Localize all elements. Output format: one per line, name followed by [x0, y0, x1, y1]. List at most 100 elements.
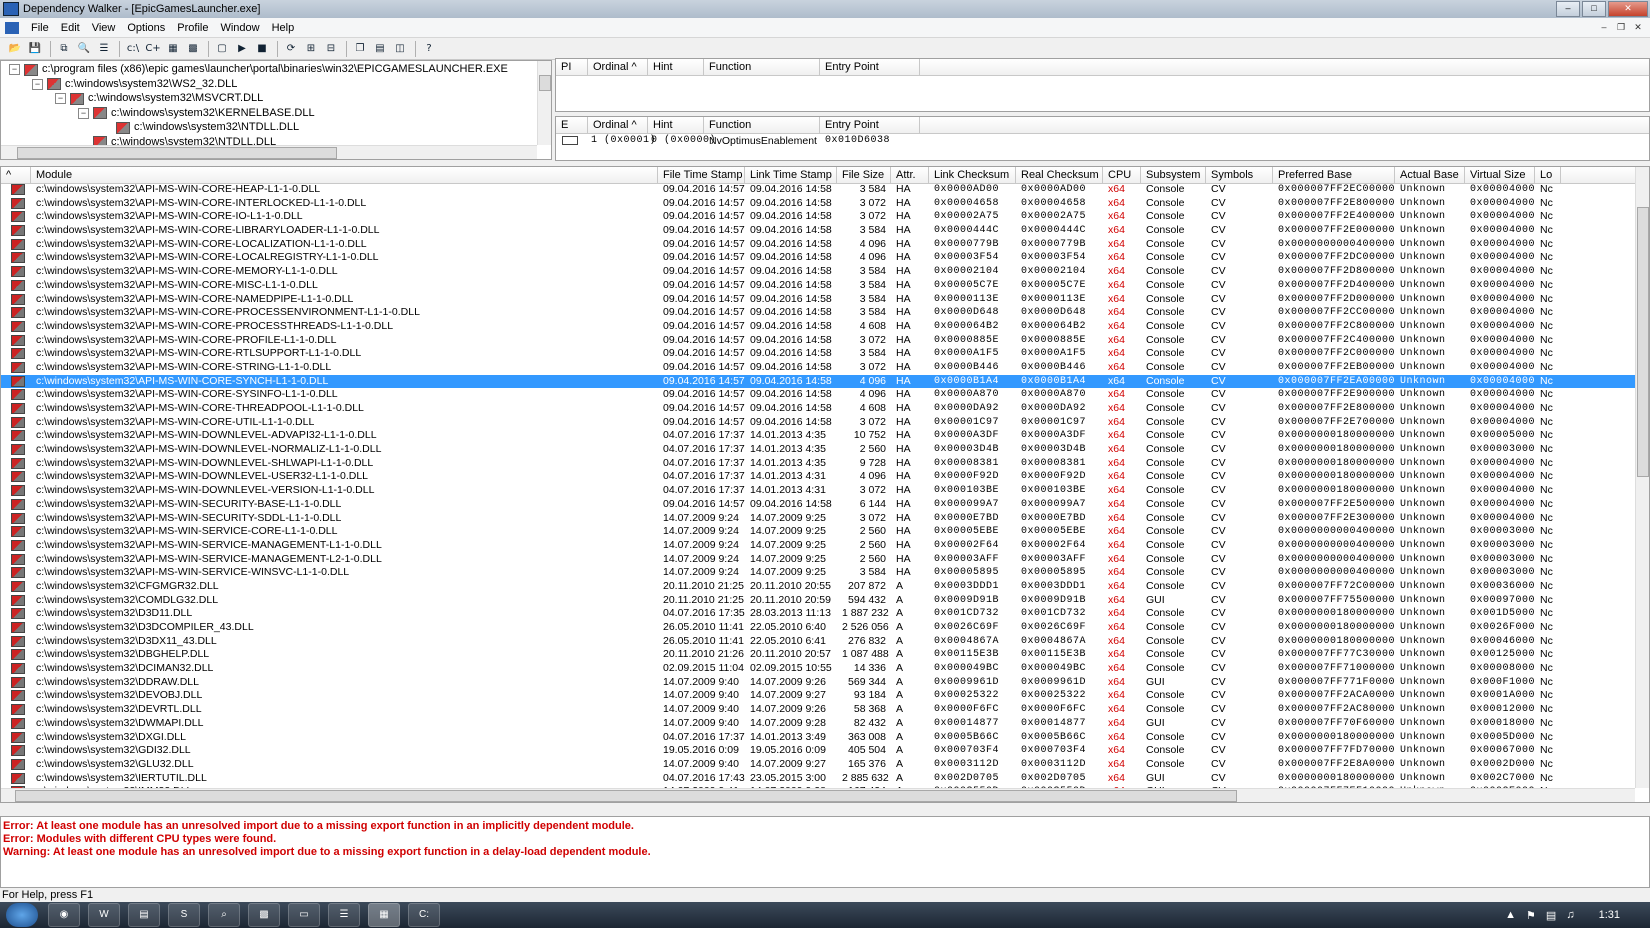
tray-arrow-icon[interactable]: ▲: [1505, 909, 1516, 921]
table-row[interactable]: c:\windows\system32\CFGMGR32.DLL 20.11.20…: [1, 580, 1635, 594]
view-icon[interactable]: ▢: [213, 41, 231, 57]
open-icon[interactable]: 📂: [6, 41, 24, 57]
help-icon[interactable]: ?: [420, 41, 438, 57]
tree-vertical-scrollbar[interactable]: [537, 61, 551, 145]
table-row[interactable]: c:\windows\system32\API-MS-WIN-CORE-SYNC…: [1, 374, 1635, 389]
col-link-checksum[interactable]: Link Checksum: [929, 167, 1016, 183]
tray-flag-icon[interactable]: ⚑: [1526, 909, 1536, 922]
explorer-icon[interactable]: ▤: [128, 903, 160, 927]
module-vertical-scrollbar[interactable]: [1635, 167, 1649, 788]
maximize-button[interactable]: □: [1582, 1, 1606, 17]
exports-col-e[interactable]: E: [556, 117, 588, 133]
table-row[interactable]: c:\windows\system32\API-MS-WIN-DOWNLEVEL…: [1, 429, 1635, 443]
mdi-restore-button[interactable]: ❐: [1613, 20, 1629, 34]
imports-panel[interactable]: PI Ordinal ^ Hint Function Entry Point: [555, 58, 1650, 112]
imports-col-ordinal[interactable]: Ordinal ^: [588, 59, 648, 75]
depends-icon[interactable]: ▦: [368, 903, 400, 927]
document-icon[interactable]: [5, 21, 19, 34]
word-icon[interactable]: W: [88, 903, 120, 927]
properties-icon[interactable]: ▩: [184, 41, 202, 57]
col-subsystem[interactable]: Subsystem: [1141, 167, 1206, 183]
col-virtual-size[interactable]: Virtual Size: [1465, 167, 1535, 183]
save-icon[interactable]: 💾: [26, 41, 44, 57]
col-cpu[interactable]: CPU: [1103, 167, 1141, 183]
table-row[interactable]: c:\windows\system32\API-MS-WIN-DOWNLEVEL…: [1, 457, 1635, 471]
menu-help[interactable]: Help: [266, 22, 301, 34]
col-attr[interactable]: Attr.: [891, 167, 929, 183]
table-row[interactable]: c:\windows\system32\DWMAPI.DLL 14.07.2009…: [1, 717, 1635, 731]
undecorate-icon[interactable]: C+: [144, 41, 162, 57]
col-preferred-base[interactable]: Preferred Base: [1273, 167, 1395, 183]
exports-panel[interactable]: E Ordinal ^ Hint Function Entry Point 1 …: [555, 116, 1650, 161]
table-row[interactable]: c:\windows\system32\API-MS-WIN-CORE-THRE…: [1, 402, 1635, 416]
tree-icon[interactable]: ☰: [95, 41, 113, 57]
tree-expander-icon[interactable]: −: [32, 78, 43, 90]
tree-node[interactable]: c:\windows\system32\NTDLL.DLL: [101, 120, 299, 135]
collapse-icon[interactable]: ⊟: [322, 41, 340, 57]
expand-icon[interactable]: ⊞: [302, 41, 320, 57]
exports-col-hint[interactable]: Hint: [648, 117, 704, 133]
close-button[interactable]: ✕: [1608, 1, 1648, 17]
table-row[interactable]: c:\windows\system32\D3DX11_43.DLL 26.05.2…: [1, 635, 1635, 649]
menu-view[interactable]: View: [86, 22, 122, 34]
console-icon[interactable]: C:: [408, 903, 440, 927]
tile-icon[interactable]: ▤: [371, 41, 389, 57]
col-load-order[interactable]: Lo: [1535, 167, 1561, 183]
table-row[interactable]: c:\windows\system32\GDI32.DLL 19.05.2016 …: [1, 744, 1635, 758]
stop-icon[interactable]: ■: [253, 41, 271, 57]
menu-profile[interactable]: Profile: [171, 22, 214, 34]
module-icon[interactable]: ▦: [164, 41, 182, 57]
col-real-checksum[interactable]: Real Checksum: [1016, 167, 1103, 183]
export-row[interactable]: 1 (0x0001) 0 (0x0000) NvOptimusEnablemen…: [556, 134, 920, 148]
app-icon[interactable]: ☰: [328, 903, 360, 927]
skype-icon[interactable]: S: [168, 903, 200, 927]
imports-col-hint[interactable]: Hint: [648, 59, 704, 75]
table-row[interactable]: c:\windows\system32\API-MS-WIN-CORE-STRI…: [1, 361, 1635, 375]
module-hscroll-thumb[interactable]: [15, 790, 1237, 802]
table-row[interactable]: c:\windows\system32\API-MS-WIN-CORE-LOCA…: [1, 238, 1635, 252]
col-file-time-stamp[interactable]: File Time Stamp: [658, 167, 745, 183]
menu-edit[interactable]: Edit: [55, 22, 86, 34]
module-list[interactable]: ^ Module File Time Stamp Link Time Stamp Fil…: [0, 166, 1650, 803]
table-row[interactable]: c:\windows\system32\API-MS-WIN-SERVICE-C…: [1, 525, 1635, 539]
table-row[interactable]: c:\windows\system32\API-MS-WIN-CORE-INTE…: [1, 197, 1635, 211]
dependency-tree[interactable]: − c:\program files (x86)\epic games\launc…: [0, 60, 552, 160]
imports-col-function[interactable]: Function: [704, 59, 820, 75]
tree-expander-icon[interactable]: −: [9, 64, 20, 75]
table-row[interactable]: c:\windows\system32\DCIMAN32.DLL 02.09.20…: [1, 662, 1635, 676]
profile-icon[interactable]: ▶: [233, 41, 251, 57]
mdi-close-button[interactable]: ✕: [1630, 20, 1646, 34]
menu-options[interactable]: Options: [121, 22, 171, 34]
table-row[interactable]: c:\windows\system32\API-MS-WIN-DOWNLEVEL…: [1, 470, 1635, 484]
module-horizontal-scrollbar[interactable]: [1, 788, 1635, 802]
exports-col-ordinal[interactable]: Ordinal ^: [588, 117, 648, 133]
table-row[interactable]: c:\windows\system32\D3D11.DLL 04.07.2016 …: [1, 607, 1635, 621]
col-file-size[interactable]: File Size: [837, 167, 891, 183]
mdi-minimize-button[interactable]: –: [1596, 20, 1612, 34]
col-actual-base[interactable]: Actual Base: [1395, 167, 1465, 183]
tree-node[interactable]: − c:\program files (x86)\epic games\launc…: [9, 62, 508, 77]
tray-network-icon[interactable]: ▤: [1546, 909, 1556, 922]
tree-node[interactable]: − c:\windows\system32\KERNELBASE.DLL: [78, 106, 315, 121]
table-row[interactable]: c:\windows\system32\API-MS-WIN-DOWNLEVEL…: [1, 443, 1635, 457]
table-row[interactable]: c:\windows\system32\API-MS-WIN-SECURITY-…: [1, 498, 1635, 512]
tree-expander-icon[interactable]: −: [78, 107, 89, 119]
table-row[interactable]: c:\windows\system32\API-MS-WIN-CORE-PROC…: [1, 320, 1635, 334]
table-row[interactable]: c:\windows\system32\API-MS-WIN-CORE-IO-L…: [1, 210, 1635, 224]
table-row[interactable]: c:\windows\system32\API-MS-WIN-CORE-MISC…: [1, 279, 1635, 293]
tree-hscroll-thumb[interactable]: [17, 147, 337, 159]
table-row[interactable]: c:\windows\system32\API-MS-WIN-DOWNLEVEL…: [1, 484, 1635, 498]
split-icon[interactable]: ◫: [391, 41, 409, 57]
table-row[interactable]: c:\windows\system32\API-MS-WIN-CORE-LIBR…: [1, 224, 1635, 238]
table-row[interactable]: c:\windows\system32\IERTUTIL.DLL 04.07.20…: [1, 772, 1635, 786]
imports-col-pi[interactable]: PI: [556, 59, 588, 75]
col-symbols[interactable]: Symbols: [1206, 167, 1273, 183]
col-link-time-stamp[interactable]: Link Time Stamp: [745, 167, 837, 183]
table-row[interactable]: c:\windows\system32\API-MS-WIN-CORE-NAME…: [1, 293, 1635, 307]
terminal-icon[interactable]: ▭: [288, 903, 320, 927]
exports-col-entry-point[interactable]: Entry Point: [820, 117, 920, 133]
menu-file[interactable]: File: [25, 22, 55, 34]
table-row[interactable]: c:\windows\system32\API-MS-WIN-CORE-PROF…: [1, 334, 1635, 348]
table-row[interactable]: c:\windows\system32\D3DCOMPILER_43.DLL 26…: [1, 621, 1635, 635]
tree-vscroll-thumb[interactable]: [539, 75, 551, 91]
